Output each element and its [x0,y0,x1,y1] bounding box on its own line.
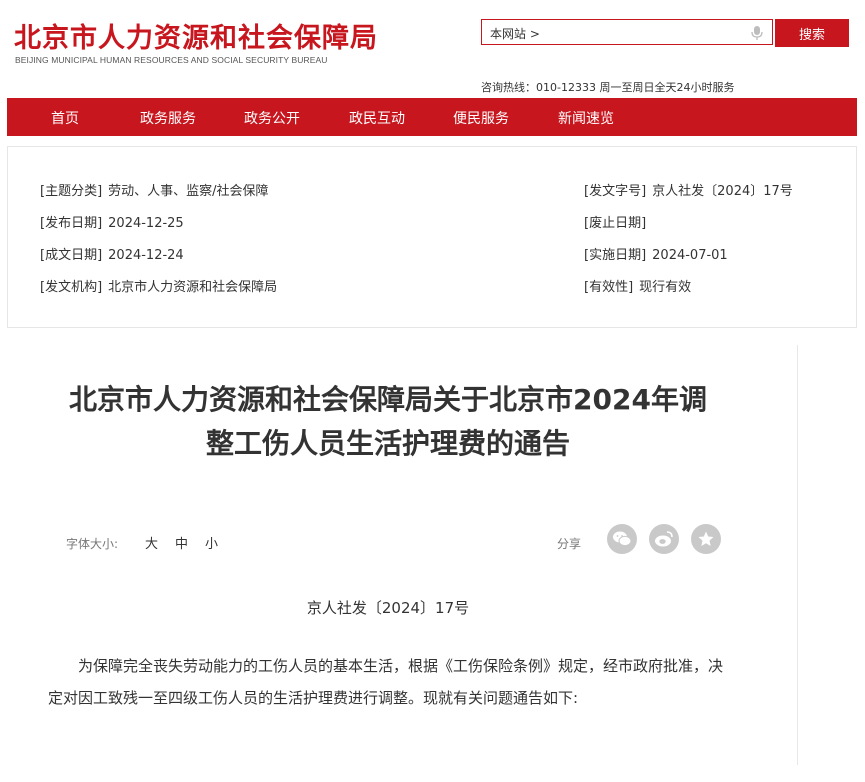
meta-created-date: [成文日期] 2024-12-24 [40,244,184,263]
meta-topic-label: [主题分类] [40,184,103,199]
meta-issuer-value: 北京市人力资源和社会保障局 [108,280,278,295]
microphone-icon[interactable] [750,25,764,41]
meta-created-label: [成文日期] [40,248,103,263]
nav-item-public-services[interactable]: 便民服务 [453,108,509,128]
search-button[interactable]: 搜索 [775,19,849,47]
nav-item-gov-open[interactable]: 政务公开 [244,108,300,128]
article-title-line-2: 整工伤人员生活护理费的通告 [205,427,570,460]
meta-effective-date: [实施日期] 2024-07-01 [584,244,728,263]
font-size-medium-button[interactable]: 中 [175,533,188,552]
meta-effective-value: 2024-07-01 [652,248,728,263]
meta-docno-value: 京人社发〔2024〕17号 [652,184,793,199]
meta-topic-value: 劳动、人事、监察/社会保障 [108,184,269,199]
meta-topic: [主题分类] 劳动、人事、监察/社会保障 [40,180,269,199]
site-logo-subtitle: BEIJING MUNICIPAL HUMAN RESOURCES AND SO… [15,55,328,65]
search-scope-selector[interactable]: 本网站 > [490,25,540,42]
font-size-large-button[interactable]: 大 [145,533,158,552]
font-size-small-button[interactable]: 小 [205,533,218,552]
meta-validity-label: [有效性] [584,280,634,295]
share-label: 分享 [557,537,582,551]
article-paragraph: 为保障完全丧失劳动能力的工伤人员的基本生活，根据《工伤保险条例》规定，经市政府批… [48,657,724,707]
meta-validity: [有效性] 现行有效 [584,276,691,295]
nav-item-home[interactable]: 首页 [51,108,79,128]
meta-issuer-label: [发文机构] [40,280,103,295]
nav-item-interaction[interactable]: 政民互动 [349,108,405,128]
meta-doc-number: [发文字号] 京人社发〔2024〕17号 [584,180,793,199]
main-nav: 首页 政务服务 政务公开 政民互动 便民服务 新闻速览 [7,98,857,136]
nav-item-gov-services[interactable]: 政务服务 [140,108,196,128]
search-input[interactable]: 本网站 > [481,19,773,45]
site-logo-title[interactable]: 北京市人力资源和社会保障局 [14,16,378,55]
meta-created-value: 2024-12-24 [108,248,184,263]
favorite-star-icon[interactable] [691,524,721,554]
article-doc-number: 京人社发〔2024〕17号 [306,599,470,617]
article-title-line-1: 北京市人力资源和社会保障局关于北京市2024年调 [69,383,707,416]
nav-item-news[interactable]: 新闻速览 [558,108,614,128]
article-side-divider [797,345,798,765]
meta-publish-label: [发布日期] [40,216,103,231]
wechat-icon[interactable] [607,524,637,554]
article-title: 北京市人力资源和社会保障局关于北京市2024年调 整工伤人员生活护理费的通告 [28,378,748,466]
hotline-text: 咨询热线：010-12333 周一至周日全天24小时服务 [481,81,735,94]
meta-expire-label: [废止日期] [584,216,647,231]
font-size-label: 字体大小: [66,537,119,551]
meta-publish-value: 2024-12-25 [108,216,184,231]
meta-expire-date: [废止日期] [584,212,652,231]
document-metadata-panel: [主题分类] 劳动、人事、监察/社会保障 [发布日期] 2024-12-25 [成文… [7,146,857,328]
meta-effective-label: [实施日期] [584,248,647,263]
meta-validity-value: 现行有效 [639,280,692,295]
weibo-icon[interactable] [649,524,679,554]
meta-docno-label: [发文字号] [584,184,647,199]
meta-publish-date: [发布日期] 2024-12-25 [40,212,184,231]
meta-issuer: [发文机构] 北京市人力资源和社会保障局 [40,276,277,295]
